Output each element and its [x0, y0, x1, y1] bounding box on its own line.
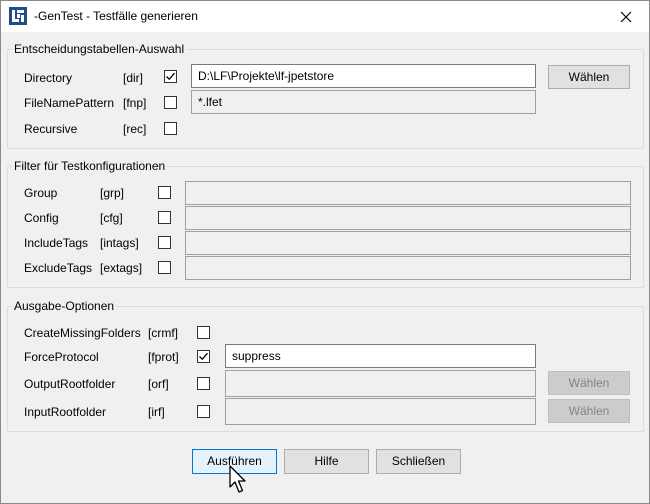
label-group: Group [24, 186, 58, 200]
label-includetags: IncludeTags [24, 236, 89, 250]
group-legend: Filter für Testkonfigurationen [12, 158, 168, 174]
flag-inputrootfolder: [irf] [148, 405, 165, 419]
label-forceprotocol: ForceProtocol [24, 350, 99, 364]
label-directory: Directory [24, 71, 73, 85]
label-outputrootfolder: OutputRootfolder [24, 377, 116, 391]
group-legend: Ausgabe-Optionen [12, 298, 117, 314]
includetags-input[interactable] [185, 231, 631, 255]
label-createmissingfolders: CreateMissingFolders [24, 326, 141, 340]
checkbox-outputrootfolder[interactable] [197, 377, 210, 390]
label-recursive: Recursive [24, 122, 78, 136]
flag-filenamepattern: [fnp] [123, 96, 147, 110]
flag-directory: [dir] [123, 71, 144, 85]
flag-config: [cfg] [100, 211, 123, 225]
flag-group: [grp] [100, 186, 125, 200]
label-excludetags: ExcludeTags [24, 261, 93, 275]
directory-choose-button[interactable]: Wählen [548, 65, 630, 89]
checkbox-config[interactable] [158, 211, 171, 224]
inputrootfolder-input[interactable] [225, 398, 536, 425]
flag-createmissingfolders: [crmf] [148, 326, 178, 340]
flag-recursive: [rec] [123, 122, 147, 136]
close-window-button[interactable] [603, 1, 649, 32]
outputrootfolder-choose-button[interactable]: Wählen [548, 371, 630, 395]
close-button[interactable]: Schließen [376, 449, 461, 474]
forceprotocol-input[interactable]: suppress [225, 344, 536, 368]
flag-forceprotocol: [fprot] [148, 350, 179, 364]
window-title: -GenTest - Testfälle generieren [34, 9, 198, 23]
excludetags-input[interactable] [185, 256, 631, 280]
checkbox-filenamepattern[interactable] [164, 96, 177, 109]
checkbox-recursive[interactable] [164, 122, 177, 135]
mouse-pointer-icon [229, 465, 246, 493]
help-button[interactable]: Hilfe [284, 449, 369, 474]
checkbox-includetags[interactable] [158, 236, 171, 249]
checkbox-group[interactable] [158, 186, 171, 199]
filenamepattern-input[interactable]: *.lfet [191, 90, 536, 114]
checkbox-forceprotocol[interactable] [197, 350, 210, 363]
dialog-window: -GenTest - Testfälle generieren Entschei… [0, 0, 650, 504]
config-input[interactable] [185, 206, 631, 230]
directory-input[interactable]: D:\LF\Projekte\lf-jpetstore [191, 64, 536, 88]
flag-excludetags: [extags] [100, 261, 143, 275]
checkbox-inputrootfolder[interactable] [197, 405, 210, 418]
checkbox-directory[interactable] [164, 70, 177, 83]
group-input[interactable] [185, 181, 631, 205]
app-logo-icon [9, 7, 27, 25]
label-config: Config [24, 211, 59, 225]
label-inputrootfolder: InputRootfolder [24, 405, 107, 419]
checkbox-excludetags[interactable] [158, 261, 171, 274]
flag-includetags: [intags] [100, 236, 139, 250]
inputrootfolder-choose-button[interactable]: Wählen [548, 399, 630, 423]
flag-outputrootfolder: [orf] [148, 377, 169, 391]
label-filenamepattern: FileNamePattern [24, 96, 115, 110]
title-bar[interactable]: -GenTest - Testfälle generieren [1, 1, 649, 32]
group-legend: Entscheidungstabellen-Auswahl [12, 41, 187, 57]
checkmark-icon [166, 72, 175, 81]
close-icon [620, 11, 632, 22]
outputrootfolder-input[interactable] [225, 370, 536, 397]
checkbox-createmissingfolders[interactable] [197, 326, 210, 339]
checkmark-icon [199, 352, 208, 361]
